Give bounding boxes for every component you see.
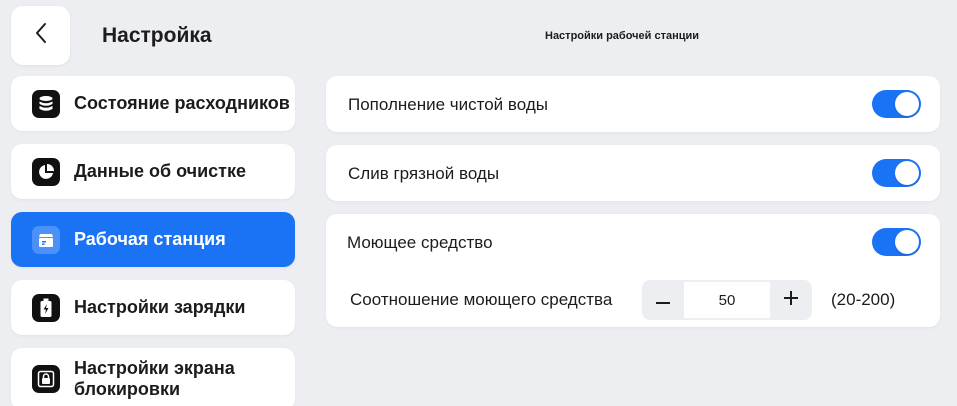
detergent-label: Моющее средство <box>347 233 493 252</box>
clean-water-label: Пополнение чистой воды <box>348 95 548 114</box>
sidebar-item-cleaning-data[interactable]: Данные об очистке <box>11 144 295 199</box>
detergent-toggle[interactable] <box>872 228 921 256</box>
detergent-ratio-range: (20-200) <box>831 290 896 309</box>
lock-screen-icon <box>32 365 60 393</box>
back-button[interactable] <box>11 6 70 65</box>
sidebar-item-label: Настройки экрана блокировки <box>74 358 235 399</box>
dirty-water-label: Слив грязной воды <box>348 164 500 183</box>
dirty-water-card: Слив грязной воды <box>326 145 940 201</box>
increment-button[interactable] <box>770 280 812 320</box>
detergent-ratio-label: Соотношение моющего средства <box>350 290 613 309</box>
clean-water-card: Пополнение чистой воды <box>326 76 940 132</box>
detergent-ratio-stepper: 50 <box>642 280 812 320</box>
detergent-card: Моющее средство Соотношение моющего сред… <box>326 214 940 327</box>
battery-charging-icon <box>32 293 60 322</box>
toggle-knob <box>895 230 919 254</box>
database-icon <box>32 89 60 118</box>
sidebar-item-label: Настройки зарядки <box>74 297 246 317</box>
station-icon <box>32 225 60 254</box>
pie-chart-icon <box>32 157 60 186</box>
clean-water-toggle[interactable] <box>872 90 921 118</box>
toggle-knob <box>895 92 919 116</box>
sidebar-item-label: Состояние расходников <box>74 93 290 113</box>
sidebar-item-consumables[interactable]: Состояние расходников <box>11 76 295 131</box>
sidebar-item-charging[interactable]: Настройки зарядки <box>11 280 295 335</box>
sidebar-item-label: Данные об очистке <box>74 161 246 181</box>
chevron-left-icon <box>34 22 48 49</box>
sidebar-item-lock-screen[interactable]: Настройки экрана блокировки <box>11 348 295 406</box>
section-title: Настройки рабочей станции <box>545 30 700 42</box>
decrement-button[interactable] <box>642 280 684 320</box>
sidebar-item-label: Рабочая станция <box>74 229 226 249</box>
toggle-knob <box>895 161 919 185</box>
detergent-ratio-value[interactable]: 50 <box>684 282 770 318</box>
sidebar-item-workstation[interactable]: Рабочая станция <box>11 212 295 267</box>
page-title: Настройка <box>102 24 212 47</box>
minus-icon <box>656 291 670 309</box>
dirty-water-toggle[interactable] <box>872 159 921 187</box>
plus-icon <box>784 290 798 310</box>
